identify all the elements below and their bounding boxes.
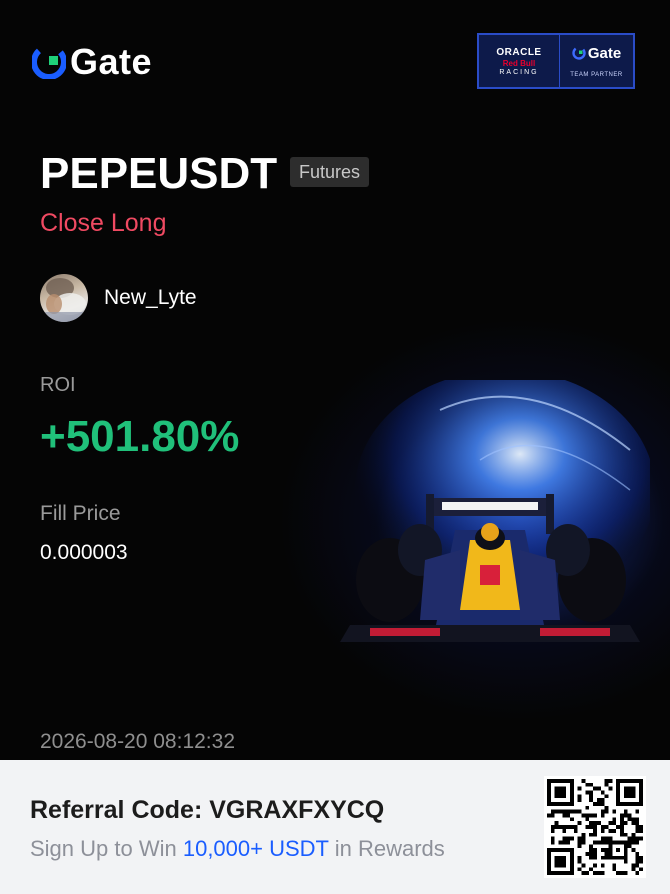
avatar: [40, 274, 88, 322]
roi-value: +501.80%: [40, 412, 240, 461]
team-partner-caption: TEAM PARTNER: [570, 71, 623, 78]
gate-logo: Gate: [32, 41, 153, 82]
market-type-badge: Futures: [290, 157, 370, 187]
fill-price-value: 0.000003: [40, 541, 128, 564]
gate-logo-icon: [32, 45, 66, 79]
fill-price-label: Fill Price: [40, 502, 121, 525]
qr-code-icon: [547, 779, 643, 875]
team-partner-badge: ORACLE Red Bull RACING Gate TEAM PARTNER: [477, 33, 635, 89]
avatar-photo: [40, 278, 88, 322]
partner-line-2: Red Bull: [502, 58, 536, 68]
brand-name: Gate: [70, 41, 153, 82]
share-card: Gate ORACLE Red Bull RACING Gate TEAM PA…: [0, 0, 670, 760]
referral-label: Referral Code:: [30, 796, 210, 824]
promo-highlight: 10,000+ USDT: [182, 836, 329, 861]
timestamp: 2026-08-20 08:12:32: [40, 730, 235, 753]
promo-suffix: in Rewards: [328, 836, 445, 861]
partner-gate-logo: Gate: [572, 45, 621, 62]
gate-logo-icon: [572, 46, 586, 60]
roi-label: ROI: [40, 374, 76, 396]
referral-text: Referral Code: VGRAXFXYCQ: [30, 795, 384, 825]
race-car-illustration: [340, 380, 650, 642]
username: New_Lyte: [104, 286, 197, 309]
trading-pair: PEPEUSDT: [40, 149, 278, 198]
referral-code: VGRAXFXYCQ: [209, 796, 385, 824]
referral-qr-code[interactable]: [544, 776, 646, 878]
promo-text: Sign Up to Win 10,000+ USDT in Rewards: [30, 835, 445, 863]
partner-line-1: ORACLE: [496, 46, 542, 58]
trade-action: Close Long: [40, 209, 167, 237]
partner-line-3: RACING: [499, 68, 539, 76]
promo-prefix: Sign Up to Win: [30, 836, 183, 861]
partner-brand: Gate: [587, 44, 622, 62]
